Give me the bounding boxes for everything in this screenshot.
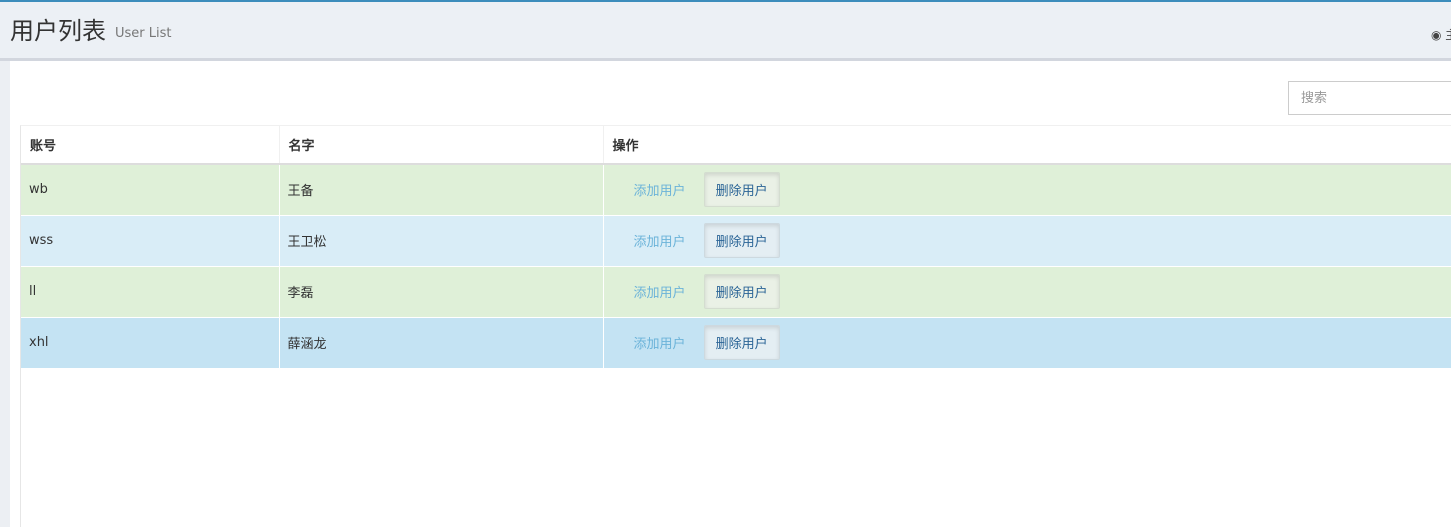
cell-actions: 添加用户 删除用户 [603,164,1451,216]
add-user-button[interactable]: 添加用户 [622,276,698,307]
page-title: 用户列表 [10,17,106,45]
table-row: wss 王卫松 添加用户 删除用户 [21,215,1451,267]
cell-name: 薛涵龙 [279,317,604,369]
breadcrumb-home-label: 主 [1445,28,1451,42]
cell-actions: 添加用户 删除用户 [603,266,1451,318]
delete-user-button[interactable]: 删除用户 [703,274,780,309]
content-header: 用户列表 User List ◉ 主 [0,2,1451,58]
cell-account: ll [21,266,280,318]
user-table: 账号 名字 操作 wb 王备 添加用户 删除用户 wss 王卫松 添加用户 删除… [21,126,1451,369]
delete-user-button[interactable]: 删除用户 [703,223,780,258]
column-header-name: 名字 [279,126,604,165]
column-header-actions: 操作 [603,126,1451,165]
cell-name: 王备 [279,164,604,216]
add-user-button[interactable]: 添加用户 [622,327,698,358]
table-row: wb 王备 添加用户 删除用户 [21,164,1451,216]
cell-account: wss [21,215,280,267]
page-subtitle: User List [115,26,172,41]
add-user-button[interactable]: 添加用户 [622,225,698,256]
search-input[interactable] [1288,81,1451,115]
cell-name: 李磊 [279,266,604,318]
table-header-row: 账号 名字 操作 [21,126,1451,165]
cell-actions: 添加用户 删除用户 [603,317,1451,369]
column-header-account: 账号 [21,126,280,165]
add-user-button[interactable]: 添加用户 [622,174,698,205]
delete-user-button[interactable]: 删除用户 [703,172,780,208]
user-table-container: 账号 名字 操作 wb 王备 添加用户 删除用户 wss 王卫松 添加用户 删除… [20,125,1451,527]
table-row: xhl 薛涵龙 添加用户 删除用户 [21,317,1451,369]
cell-name: 王卫松 [279,215,604,267]
table-row: ll 李磊 添加用户 删除用户 [21,266,1451,318]
cell-account: wb [21,164,280,216]
dashboard-icon[interactable]: ◉ 主 [1431,28,1451,42]
cell-actions: 添加用户 删除用户 [603,215,1451,267]
delete-user-button[interactable]: 删除用户 [703,325,780,360]
cell-account: xhl [21,317,280,369]
